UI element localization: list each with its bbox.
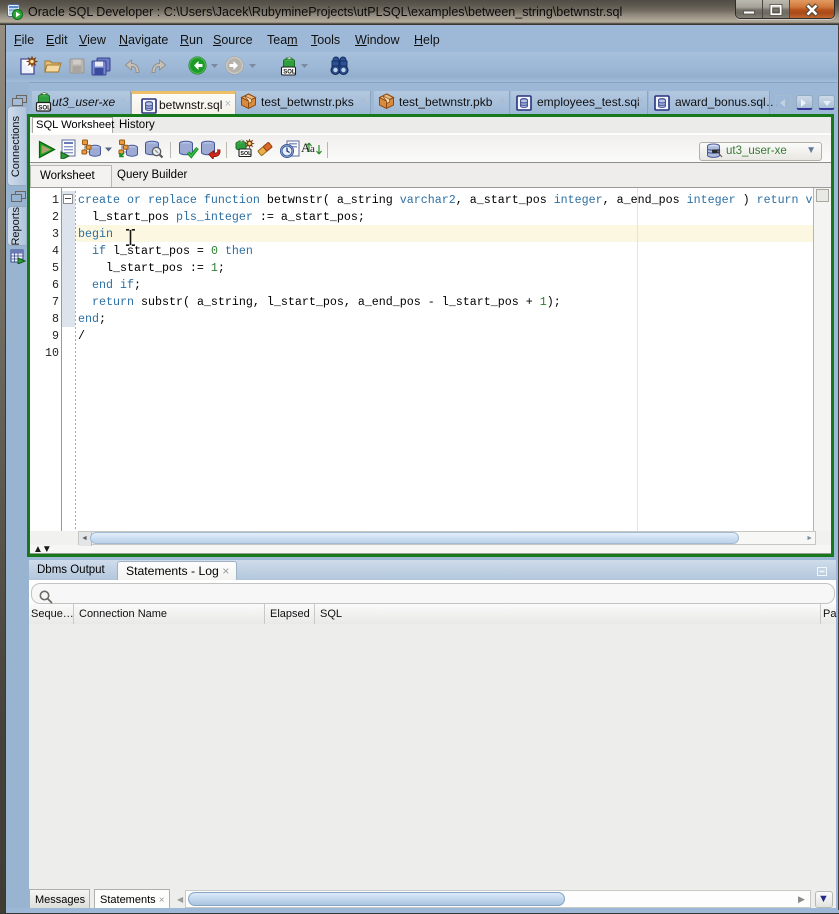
- svg-text:SOL: SOL: [240, 151, 252, 157]
- svg-text:SOL: SOL: [38, 104, 51, 111]
- svg-text:SOL: SOL: [283, 70, 296, 76]
